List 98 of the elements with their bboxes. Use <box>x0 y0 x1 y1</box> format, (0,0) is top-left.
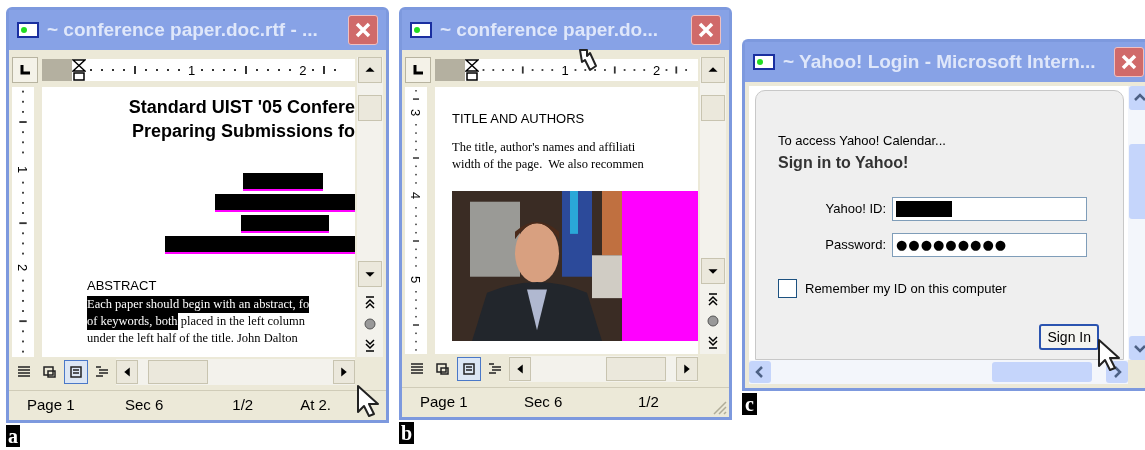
horizontal-scrollbar[interactable] <box>116 359 355 385</box>
text-line: placed in the left column <box>179 312 305 330</box>
window-title: ~ conference paper.do... <box>440 17 660 42</box>
resize-grip-icon <box>711 399 727 415</box>
normal-view-icon <box>17 366 31 378</box>
ruler-number: 1 <box>14 165 32 173</box>
left-tab-icon <box>20 65 30 75</box>
panel-label: b <box>399 422 415 444</box>
print-layout-icon <box>69 366 83 378</box>
tab-stop-button[interactable] <box>12 57 38 83</box>
normal-view-icon <box>410 363 424 375</box>
next-page-icon[interactable] <box>707 336 719 350</box>
ruler-number: 1 <box>560 63 570 77</box>
scroll-down-icon[interactable] <box>1129 336 1145 360</box>
scroll-thumb[interactable] <box>701 95 725 121</box>
status-item: At 2. <box>300 395 333 416</box>
outline-view-icon <box>95 366 109 378</box>
panel-label: c <box>742 393 757 415</box>
sign-in-heading: Sign in to Yahoo! <box>778 152 910 173</box>
browse-object-icon[interactable] <box>363 317 377 331</box>
close-button[interactable] <box>1114 47 1144 77</box>
scroll-left-icon[interactable] <box>116 360 138 384</box>
sign-in-button[interactable]: Sign In <box>1039 324 1099 350</box>
scroll-thumb[interactable] <box>148 360 208 384</box>
scroll-down-icon[interactable] <box>358 261 382 287</box>
redaction-bar <box>896 200 952 217</box>
horizontal-scrollbar[interactable] <box>749 360 1128 384</box>
close-icon <box>697 21 715 39</box>
left-tab-icon <box>413 65 423 75</box>
window-title: ~ conference paper.doc.rtf - ... <box>47 17 319 42</box>
document-title: Standard UIST '05 Confere <box>128 96 355 119</box>
section-heading: TITLE AND AUTHORS <box>452 110 586 128</box>
scroll-thumb[interactable] <box>606 357 666 381</box>
next-page-icon[interactable] <box>364 339 376 353</box>
intro-text: To access Yahoo! Calendar... <box>778 132 947 150</box>
scroll-up-icon[interactable] <box>1129 86 1145 110</box>
status-item: Sec 6 <box>524 392 564 413</box>
window-title: ~ Yahoo! Login - Microsoft Intern... <box>783 49 1097 74</box>
text-line: under the left half of the title. John Dalton <box>87 329 298 347</box>
previous-page-icon[interactable] <box>707 292 719 306</box>
ruler-number: 2 <box>652 63 662 77</box>
status-item: 1/2 <box>232 395 255 416</box>
close-icon <box>354 21 372 39</box>
ruler-number: 5 <box>407 275 425 283</box>
status-item: Sec 6 <box>124 395 165 416</box>
scroll-down-icon[interactable] <box>701 258 725 284</box>
status-item: Page 1 <box>27 395 76 416</box>
status-item: Page 1 <box>420 392 469 413</box>
remember-checkbox[interactable] <box>778 278 797 298</box>
view-button[interactable] <box>64 360 88 384</box>
text-line: width of the page. We also recommen <box>452 155 644 173</box>
scroll-thumb[interactable] <box>358 95 382 121</box>
scroll-right-icon[interactable] <box>333 360 355 384</box>
panel-label: a <box>6 425 20 447</box>
browse-object-icon[interactable] <box>706 314 720 328</box>
ruler-number: 2 <box>14 263 32 271</box>
previous-page-icon[interactable] <box>364 295 376 309</box>
tab-stop-button[interactable] <box>405 57 431 83</box>
close-icon <box>1120 53 1138 71</box>
password-value: ●●●●●●●●● <box>896 235 1008 254</box>
view-button[interactable] <box>457 357 481 381</box>
mouse-pointer-icon <box>1097 338 1123 372</box>
document-title: Preparing Submissions fo <box>131 120 355 143</box>
ruler-number: 2 <box>298 63 308 77</box>
vertical-scrollbar[interactable] <box>700 57 726 354</box>
scroll-left-icon[interactable] <box>509 357 531 381</box>
ruler-number: 1 <box>187 63 197 77</box>
vertical-scrollbar[interactable] <box>357 57 383 357</box>
ruler-number: 3 <box>407 108 425 116</box>
ruler-number: 4 <box>407 191 425 200</box>
ruler-margin <box>435 59 465 81</box>
scroll-right-icon[interactable] <box>676 357 698 381</box>
field-label: Password: <box>824 235 886 254</box>
scroll-up-icon[interactable] <box>701 57 725 83</box>
status-item: 1/2 <box>638 392 660 413</box>
scroll-thumb[interactable] <box>1129 144 1145 219</box>
text-line: The title, author's names and affiliati <box>452 138 636 156</box>
app-icon <box>753 54 775 70</box>
scroll-up-icon[interactable] <box>358 57 382 83</box>
close-button[interactable] <box>348 15 378 45</box>
vertical-scrollbar[interactable] <box>1128 86 1145 360</box>
checkbox-label: Remember my ID on this computer <box>805 279 1007 298</box>
print-layout-icon <box>462 363 476 375</box>
selected-text: Each paper should begin with an abstract, fo <box>87 295 310 313</box>
app-icon <box>410 22 432 38</box>
password-field[interactable]: ●●●●●●●●● <box>892 232 1087 257</box>
scroll-thumb[interactable] <box>992 362 1092 382</box>
web-layout-icon <box>436 363 450 375</box>
section-heading: ABSTRACT <box>87 277 158 295</box>
id-field[interactable] <box>892 196 1087 221</box>
ruler-margin <box>42 59 72 81</box>
field-label: Yahoo! ID: <box>824 199 886 218</box>
app-icon <box>17 22 39 38</box>
horizontal-scrollbar[interactable] <box>509 356 698 382</box>
outline-view-icon <box>488 363 502 375</box>
web-layout-icon <box>43 366 57 378</box>
close-button[interactable] <box>691 15 721 45</box>
mouse-pointer-icon <box>356 384 382 418</box>
